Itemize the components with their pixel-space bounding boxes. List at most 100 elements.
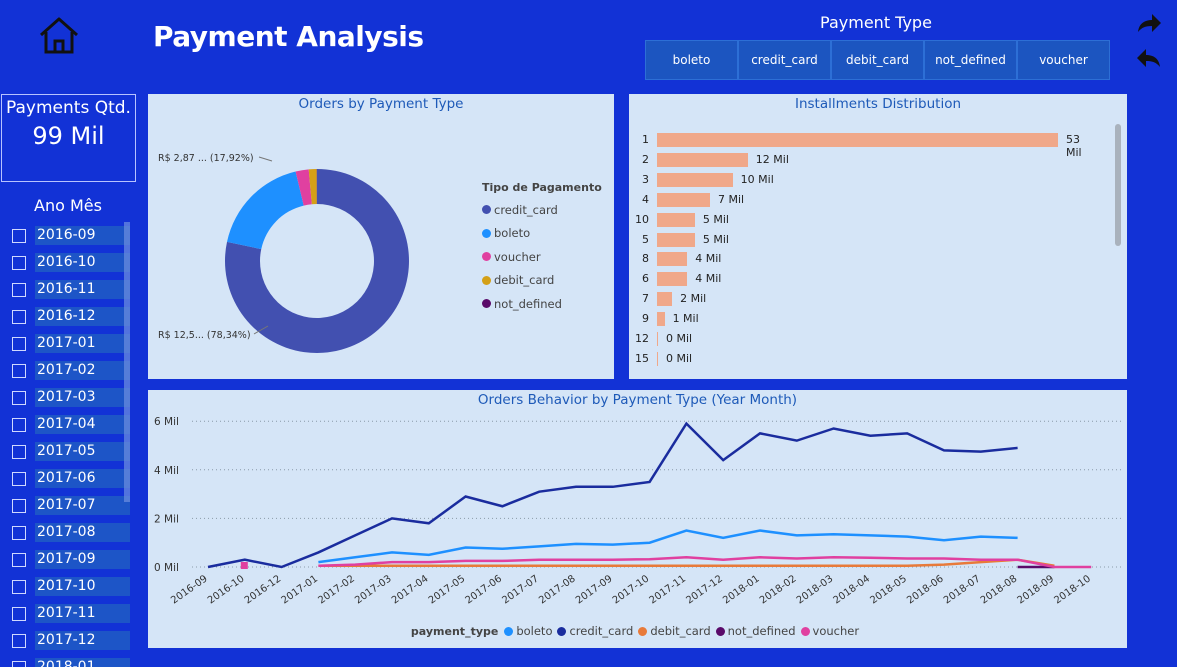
checkbox[interactable] (12, 390, 26, 405)
month-label: 2017-06 (35, 469, 130, 488)
y-tick-label: 4 Mil (154, 465, 179, 477)
legend-item-boleto[interactable]: boleto (504, 624, 552, 638)
month-option[interactable]: 2018-01 (12, 654, 134, 667)
checkbox[interactable] (12, 579, 26, 594)
legend-item-not_defined[interactable]: not_defined (482, 292, 602, 316)
filter-credit-card-button[interactable]: credit_card (738, 40, 831, 80)
orders-by-payment-type-panel: Orders by Payment Type R$ 2,87 ... (17,9… (148, 94, 614, 379)
filter-voucher-button[interactable]: voucher (1017, 40, 1110, 80)
checkbox[interactable] (12, 282, 26, 297)
legend-item-voucher[interactable]: voucher (482, 245, 602, 269)
bar-data-label: 1 Mil (672, 312, 699, 326)
home-icon[interactable] (38, 16, 80, 56)
month-option[interactable]: 2016-10 (12, 249, 134, 276)
donut-legend: Tipo de Pagamento credit_card boleto vouch… (482, 181, 602, 316)
line-legend-title: payment_type (410, 624, 499, 638)
month-option[interactable]: 2017-12 (12, 627, 134, 654)
checkbox[interactable] (12, 417, 26, 432)
legend-item-debit_card[interactable]: debit_card (482, 269, 602, 293)
x-tick-label: 2017-07 (500, 573, 541, 606)
month-option[interactable]: 2017-05 (12, 438, 134, 465)
category-label: 15 (635, 351, 649, 365)
month-option[interactable]: 2017-04 (12, 411, 134, 438)
x-tick-label: 2016-12 (243, 573, 284, 606)
month-label: 2016-11 (35, 280, 130, 299)
checkbox[interactable] (12, 660, 26, 667)
month-option[interactable]: 2016-11 (12, 276, 134, 303)
checkbox[interactable] (12, 363, 26, 378)
legend-label: voucher (494, 249, 541, 264)
bar-data-label: 0 Mil (666, 332, 693, 345)
legend-label: not_defined (494, 296, 562, 311)
installments-bar-row[interactable]: 6 4 Mil (629, 269, 1089, 289)
month-option[interactable]: 2017-08 (12, 519, 134, 546)
filter-debit-card-button[interactable]: debit_card (831, 40, 924, 80)
month-option[interactable]: 2016-09 (12, 222, 134, 249)
legend-item-debit_card[interactable]: debit_card (638, 624, 711, 638)
x-tick-label: 2018-10 (1052, 573, 1093, 606)
checkbox[interactable] (12, 471, 26, 486)
legend-label: boleto (494, 226, 531, 241)
month-option[interactable]: 2016-12 (12, 303, 134, 330)
x-tick-label: 2018-09 (1016, 573, 1057, 606)
category-label: 3 (642, 172, 649, 186)
checkbox[interactable] (12, 498, 26, 513)
installments-bar-row[interactable]: 4 7 Mil (629, 190, 1089, 210)
checkbox[interactable] (12, 633, 26, 648)
month-label: 2017-02 (35, 361, 130, 380)
checkbox[interactable] (12, 309, 26, 324)
page-title: Payment Analysis (153, 20, 424, 53)
filter-boleto-button[interactable]: boleto (645, 40, 738, 80)
installments-bar-row[interactable]: 2 12 Mil (629, 150, 1089, 170)
payment-type-filter-title: Payment Type (820, 13, 932, 32)
filter-not-defined-button[interactable]: not_defined (924, 40, 1017, 80)
checkbox[interactable] (12, 552, 26, 567)
legend-item-credit_card[interactable]: credit_card (557, 624, 633, 638)
month-option[interactable]: 2017-03 (12, 384, 134, 411)
legend-marker (800, 626, 810, 636)
installments-bar-row[interactable]: 8 4 Mil (629, 249, 1089, 269)
installments-bar-row[interactable]: 10 5 Mil (629, 210, 1089, 230)
redo-icon[interactable] (1136, 12, 1162, 34)
month-label: 2018-01 (35, 658, 130, 667)
installments-bar-row[interactable]: 3 10 Mil (629, 170, 1089, 190)
installments-bar-row[interactable]: 15 0 Mil (629, 349, 1089, 369)
legend-item-credit_card[interactable]: credit_card (482, 198, 602, 222)
month-label: 2017-01 (35, 334, 130, 353)
month-option[interactable]: 2017-06 (12, 465, 134, 492)
month-option[interactable]: 2017-07 (12, 492, 134, 519)
checkbox[interactable] (12, 336, 26, 351)
installments-bar-row[interactable]: 9 1 Mil (629, 309, 1089, 329)
month-option[interactable]: 2017-10 (12, 573, 134, 600)
legend-item-voucher[interactable]: voucher (800, 624, 859, 638)
legend-item-not_defined[interactable]: not_defined (715, 624, 796, 638)
installments-bar (657, 332, 658, 346)
slicer-scrollbar[interactable] (124, 222, 130, 502)
checkbox[interactable] (12, 444, 26, 459)
legend-marker (715, 626, 725, 636)
donut-slice-boleto[interactable] (227, 171, 304, 250)
checkbox[interactable] (12, 525, 26, 540)
month-option[interactable]: 2017-09 (12, 546, 134, 573)
category-label: 8 (642, 252, 649, 266)
installments-bar-row[interactable]: 7 2 Mil (629, 289, 1089, 309)
month-option[interactable]: 2017-11 (12, 600, 134, 627)
installments-bar-row[interactable]: 1 53 Mil (629, 130, 1089, 159)
installments-bar-row[interactable]: 5 5 Mil (629, 230, 1089, 250)
line-legend: payment_type boleto credit_card debit_card n… (148, 624, 1127, 638)
legend-item-boleto[interactable]: boleto (482, 222, 602, 246)
checkbox[interactable] (12, 255, 26, 270)
month-option[interactable]: 2017-01 (12, 330, 134, 357)
line-point-voucher[interactable] (240, 562, 248, 569)
month-label: 2017-07 (35, 496, 130, 515)
month-option[interactable]: 2017-02 (12, 357, 134, 384)
installments-bar (657, 232, 695, 247)
undo-icon[interactable] (1136, 47, 1162, 69)
installments-scrollbar[interactable] (1115, 124, 1121, 246)
checkbox[interactable] (12, 228, 26, 243)
installments-bar-row[interactable]: 12 0 Mil (629, 329, 1089, 349)
month-label: 2016-10 (35, 253, 130, 272)
checkbox[interactable] (12, 606, 26, 621)
y-tick-label: 6 Mil (154, 416, 179, 428)
legend-marker (482, 275, 491, 285)
